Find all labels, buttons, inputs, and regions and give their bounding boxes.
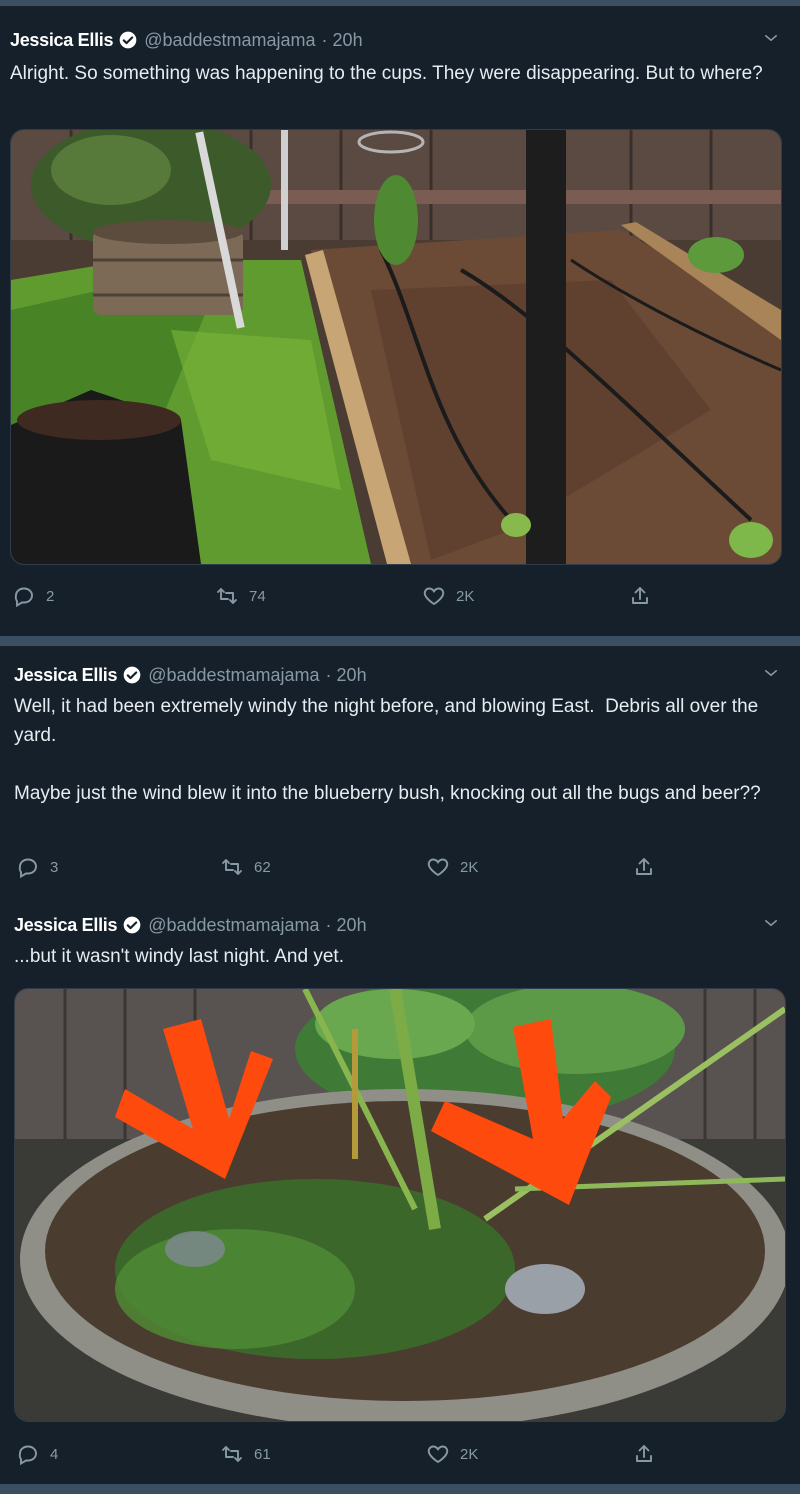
reply-button[interactable]: 4 xyxy=(16,1440,58,1468)
tweet-time[interactable]: · 20h xyxy=(326,665,367,686)
like-count: 2K xyxy=(460,1445,479,1463)
author-handle[interactable]: @baddestmamajama xyxy=(148,915,319,936)
author-name[interactable]: Jessica Ellis xyxy=(14,665,117,686)
share-icon xyxy=(636,1445,652,1462)
reply-button[interactable]: 2 xyxy=(12,582,54,610)
tweet-time[interactable]: · 20h xyxy=(326,915,367,936)
reply-button[interactable]: 3 xyxy=(16,853,58,881)
tweet-1[interactable]: Jessica Ellis @baddestmamajama · 20h Alr… xyxy=(0,27,800,627)
tweet-actions: 4 61 2K xyxy=(0,1440,800,1468)
planter-photo xyxy=(15,989,785,1421)
retweet-count: 74 xyxy=(249,587,266,605)
verified-badge-icon xyxy=(123,916,141,934)
like-button[interactable]: 2K xyxy=(422,582,474,610)
chevron-down-icon[interactable] xyxy=(762,664,780,682)
retweet-button[interactable]: 74 xyxy=(215,582,266,610)
tweet-text: ...but it wasn't windy last night. And y… xyxy=(14,946,344,967)
top-separator xyxy=(0,0,800,6)
reply-count: 3 xyxy=(50,858,59,876)
retweet-icon xyxy=(217,588,237,604)
reply-icon xyxy=(14,587,33,608)
like-count: 2K xyxy=(460,858,479,876)
tweet-text: Alright. So something was happening to t… xyxy=(10,63,763,84)
tweet-header: Jessica Ellis @baddestmamajama · 20h xyxy=(10,27,363,53)
tweet-3[interactable]: Jessica Ellis @baddestmamajama · 20h ...… xyxy=(0,912,800,1472)
author-handle[interactable]: @baddestmamajama xyxy=(144,30,315,51)
like-count: 2K xyxy=(456,587,475,605)
author-handle[interactable]: @baddestmamajama xyxy=(148,665,319,686)
retweet-count: 61 xyxy=(254,1445,271,1463)
tweet-actions: 2 74 2K xyxy=(0,582,800,610)
author-name[interactable]: Jessica Ellis xyxy=(14,915,117,936)
heart-icon xyxy=(427,858,449,877)
reply-count: 4 xyxy=(50,1445,59,1463)
tweet-header: Jessica Ellis @baddestmamajama · 20h xyxy=(14,662,367,688)
reply-count: 2 xyxy=(46,587,55,605)
retweet-icon xyxy=(222,859,242,875)
share-icon xyxy=(632,587,648,604)
heart-icon xyxy=(423,587,445,606)
tweet-2[interactable]: Jessica Ellis @baddestmamajama · 20h Wel… xyxy=(0,662,800,887)
chevron-down-icon[interactable] xyxy=(762,914,780,932)
tweet-media-planter[interactable] xyxy=(14,988,786,1422)
retweet-button[interactable]: 61 xyxy=(220,1440,271,1468)
garden-photo xyxy=(11,130,781,564)
tweet-actions: 3 62 2K xyxy=(0,853,800,881)
retweet-count: 62 xyxy=(254,858,271,876)
tweet-time[interactable]: · 20h xyxy=(322,30,363,51)
reply-icon xyxy=(18,1445,37,1466)
share-icon xyxy=(636,858,652,875)
retweet-icon xyxy=(222,1446,242,1462)
share-button[interactable] xyxy=(628,582,662,610)
verified-badge-icon xyxy=(123,666,141,684)
author-name[interactable]: Jessica Ellis xyxy=(10,30,113,51)
tweet-text: Well, it had been extremely windy the ni… xyxy=(14,696,761,804)
heart-icon xyxy=(427,1445,449,1464)
chevron-down-icon[interactable] xyxy=(762,29,780,47)
reply-icon xyxy=(18,858,37,879)
verified-badge-icon xyxy=(119,31,137,49)
bottom-separator xyxy=(0,1484,800,1494)
like-button[interactable]: 2K xyxy=(426,853,478,881)
tweet-separator xyxy=(0,636,800,646)
tweet-media-garden[interactable] xyxy=(10,129,782,565)
share-button[interactable] xyxy=(632,1440,666,1468)
share-button[interactable] xyxy=(632,853,666,881)
like-button[interactable]: 2K xyxy=(426,1440,478,1468)
tweet-header: Jessica Ellis @baddestmamajama · 20h xyxy=(14,912,367,938)
retweet-button[interactable]: 62 xyxy=(220,853,271,881)
